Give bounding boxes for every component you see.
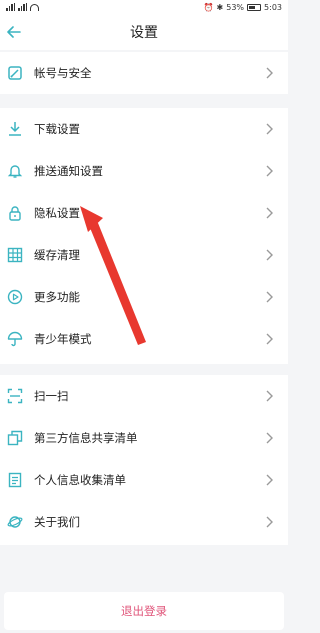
menu-item-privacy[interactable]: 隐私设置	[0, 192, 288, 234]
chevron-right-icon	[264, 332, 274, 346]
chevron-right-icon	[264, 473, 274, 487]
signal-icon-2	[18, 3, 27, 11]
chevron-right-icon	[264, 248, 274, 262]
signal-icon	[6, 3, 15, 11]
battery-percent: 53%	[226, 2, 245, 12]
menu-item-label: 隐私设置	[34, 206, 80, 220]
page-title: 设置	[130, 25, 158, 41]
play-icon	[6, 288, 24, 306]
chevron-right-icon	[264, 431, 274, 445]
back-button[interactable]	[2, 20, 26, 44]
chevron-right-icon	[264, 206, 274, 220]
bluetooth-icon: ✱	[216, 2, 224, 12]
menu-item-youth[interactable]: 青少年模式	[0, 318, 288, 360]
download-icon	[6, 120, 24, 138]
back-arrow-icon	[7, 26, 21, 38]
menu-item-account[interactable]: 帐号与安全	[0, 52, 288, 94]
wifi-icon	[30, 3, 39, 11]
alarm-icon: ⏰	[203, 2, 214, 12]
chevron-right-icon	[264, 290, 274, 304]
menu-item-label: 缓存清理	[34, 248, 80, 262]
logout-label: 退出登录	[121, 604, 167, 618]
menu-item-push[interactable]: 推送通知设置	[0, 150, 288, 192]
chevron-right-icon	[264, 389, 274, 403]
menu-item-label: 扫一扫	[34, 389, 69, 403]
menu-item-label: 帐号与安全	[34, 66, 92, 80]
scan-icon	[6, 387, 24, 405]
battery-icon	[247, 3, 262, 11]
menu-item-scan[interactable]: 扫一扫	[0, 375, 288, 417]
menu-item-label: 青少年模式	[34, 332, 92, 346]
bell-icon	[6, 162, 24, 180]
status-time: 5:03	[264, 2, 282, 12]
menu-item-about[interactable]: 关于我们	[0, 501, 288, 543]
planet-icon	[6, 513, 24, 531]
menu-item-cache[interactable]: 缓存清理	[0, 234, 288, 276]
status-bar: ⏰ ✱ 53% 5:03	[0, 0, 288, 14]
umbrella-icon	[6, 330, 24, 348]
account-group: 帐号与安全	[0, 52, 288, 94]
menu-item-more[interactable]: 更多功能	[0, 276, 288, 318]
menu-item-label: 个人信息收集清单	[34, 473, 126, 487]
menu-item-label: 下载设置	[34, 122, 80, 136]
menu-item-label: 第三方信息共享清单	[34, 431, 138, 445]
lock-icon	[6, 204, 24, 222]
menu-item-personal-info[interactable]: 个人信息收集清单	[0, 459, 288, 501]
status-left	[6, 3, 39, 11]
menu-item-label: 关于我们	[34, 515, 80, 529]
edit-icon	[6, 64, 24, 82]
info-group: 扫一扫 第三方信息共享清单 个人信息收集清单 关于我们	[0, 375, 288, 545]
chevron-right-icon	[264, 122, 274, 136]
copy-icon	[6, 429, 24, 447]
chevron-right-icon	[264, 164, 274, 178]
document-icon	[6, 471, 24, 489]
settings-group: 下载设置 推送通知设置 隐私设置 缓存清理 更多功能 青少年模式	[0, 108, 288, 364]
menu-item-third-party[interactable]: 第三方信息共享清单	[0, 417, 288, 459]
chevron-right-icon	[264, 515, 274, 529]
menu-item-download[interactable]: 下载设置	[0, 108, 288, 150]
logout-button[interactable]: 退出登录	[4, 592, 284, 630]
grid-icon	[6, 246, 24, 264]
status-right: ⏰ ✱ 53% 5:03	[204, 3, 282, 12]
menu-item-label: 更多功能	[34, 290, 80, 304]
header-bar: 设置	[0, 14, 288, 50]
chevron-right-icon	[264, 66, 274, 80]
menu-item-label: 推送通知设置	[34, 164, 103, 178]
